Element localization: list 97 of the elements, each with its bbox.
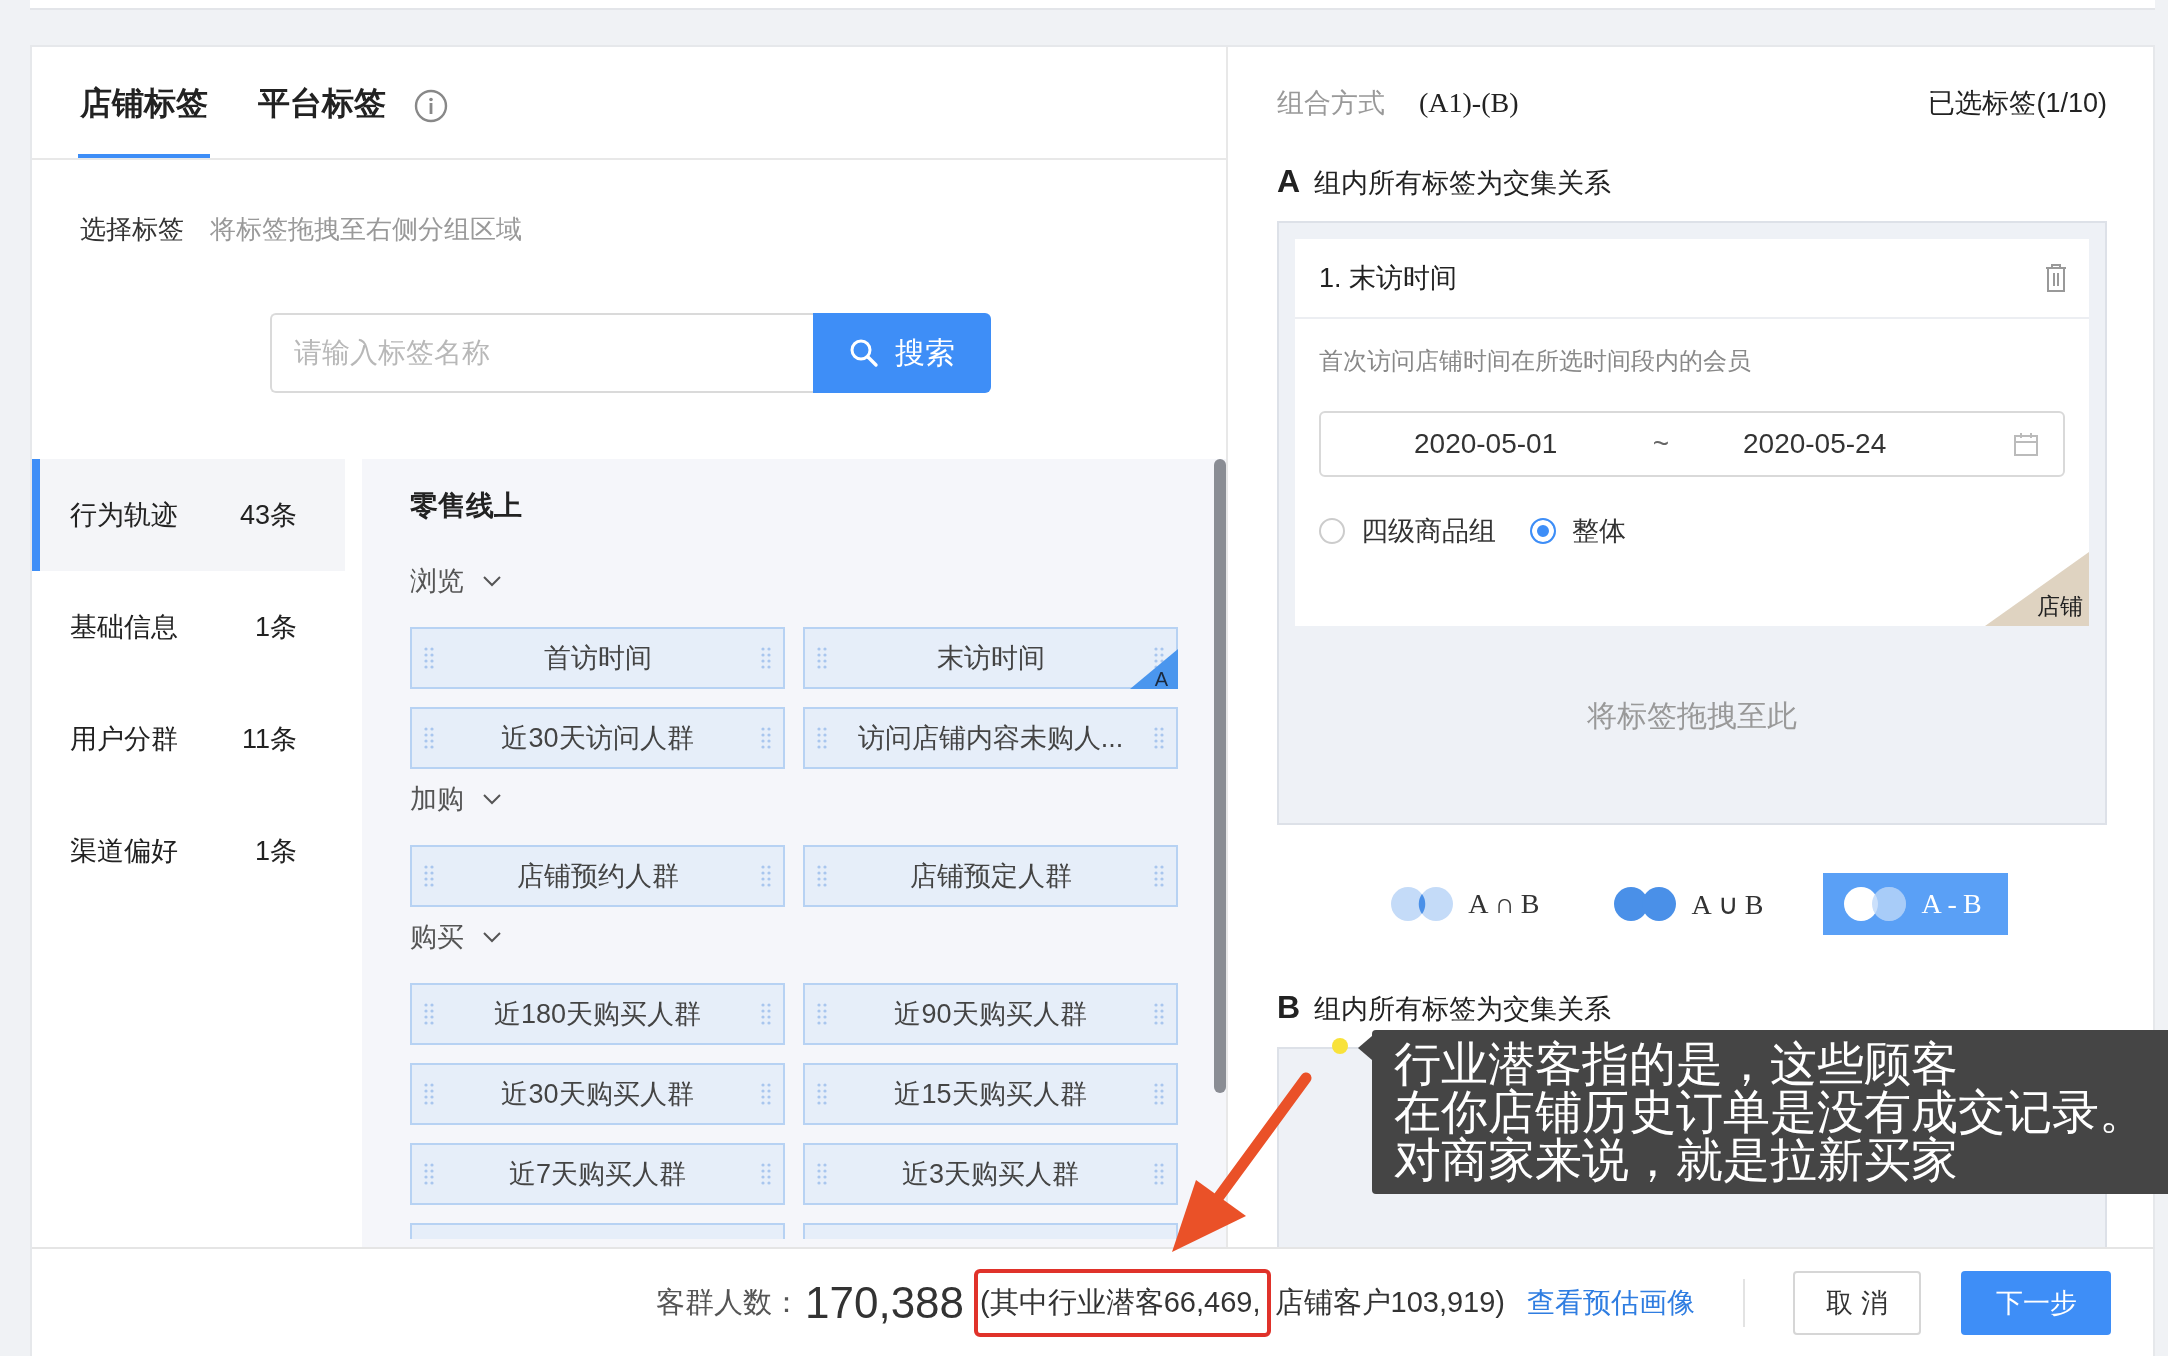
tab[interactable]: 店铺标签 [78, 47, 210, 158]
tag-chip[interactable]: 首访时间 [410, 627, 785, 689]
field-label: 组合方式 [1277, 87, 1385, 120]
tag-chip[interactable]: 近15天购买人群 [803, 1063, 1178, 1125]
tooltip-line: 行业潜客指的是，这些顾客 [1394, 1040, 1958, 1088]
tag-chip[interactable]: 访问店铺内容未购人... [803, 707, 1178, 769]
chevron-icon[interactable] [482, 931, 502, 943]
drag-handle-icon[interactable] [424, 1083, 434, 1105]
drag-handle-icon[interactable] [761, 647, 771, 669]
drag-handle-icon[interactable] [1154, 1083, 1164, 1105]
difference-icon [1843, 886, 1908, 922]
condition-description: 首次访问店铺时间在所选时间段内的会员 [1319, 346, 1752, 376]
group-letter: A [1277, 163, 1301, 200]
drag-handle-icon[interactable] [424, 865, 434, 887]
corner-label: 店铺 [2037, 592, 2083, 621]
count-label: 客群人数： [656, 1284, 801, 1320]
drag-handle-icon[interactable] [1154, 1003, 1164, 1025]
tooltip-line: 在你店铺历史订单是没有成交记录。 [1394, 1088, 2146, 1136]
trash-icon[interactable] [2045, 263, 2067, 293]
chevron-icon[interactable] [482, 575, 502, 587]
drag-handle-icon[interactable] [424, 1163, 434, 1185]
tag-chip[interactable]: 近7天购买人群 [410, 1143, 785, 1205]
cancel-button[interactable]: 取 消 [1793, 1270, 1921, 1335]
date-range-field[interactable]: 2020-05-01 ~ 2020-05-24 [1319, 411, 2065, 477]
search-field[interactable]: 请输入标签名称 [270, 313, 813, 393]
category-name: 基础信息 [70, 611, 178, 644]
drag-handle-icon[interactable] [761, 865, 771, 887]
condition-title: 1. 末访时间 [1319, 262, 1458, 295]
group-letter: B [1277, 989, 1301, 1026]
group-name[interactable]: 加购 [410, 781, 464, 817]
category-item[interactable]: 用户分群 11条 [32, 683, 345, 795]
audience-count: 170,388 [805, 1277, 965, 1328]
chevron-icon[interactable] [482, 793, 502, 805]
group-name[interactable]: 购买 [410, 919, 464, 955]
category-name: 行为轨迹 [70, 499, 178, 532]
drag-handle-icon[interactable] [424, 647, 434, 669]
category-count: 11条 [240, 723, 297, 756]
set-operation-button[interactable]: A∩B [1376, 873, 1560, 935]
radio-label: 整体 [1572, 515, 1626, 548]
drag-handle-icon[interactable] [817, 1003, 827, 1025]
drag-handle-icon[interactable] [424, 1003, 434, 1025]
drag-handle-icon[interactable] [1154, 1163, 1164, 1185]
group-name[interactable]: 浏览 [410, 563, 464, 599]
tag-chip[interactable]: 近30天访问人群 [410, 707, 785, 769]
scrollbar[interactable] [1214, 459, 1226, 1093]
category-count: 43条 [238, 499, 297, 532]
drag-handle-icon[interactable] [761, 727, 771, 749]
tag-chip[interactable] [803, 1223, 1178, 1239]
drag-handle-icon[interactable] [817, 727, 827, 749]
drag-handle-icon[interactable] [817, 1083, 827, 1105]
tag-chip[interactable]: 店铺预约人群 [410, 845, 785, 907]
category-name: 用户分群 [70, 723, 178, 756]
formula-text: (A1)-(B) [1419, 87, 1519, 119]
highlighted-breakdown-text: (其中行业潜客66,469, [974, 1268, 1271, 1337]
category-item[interactable]: 基础信息 1条 [32, 571, 345, 683]
drag-handle-icon[interactable] [761, 1083, 771, 1105]
selected-count: 已选标签(1/10) [1928, 87, 2107, 120]
category-count: 1条 [253, 835, 297, 868]
intersection-icon [1390, 886, 1455, 922]
drag-handle-icon[interactable] [424, 727, 434, 749]
set-operation-button[interactable]: A∪B [1599, 873, 1784, 935]
info-icon[interactable] [414, 88, 448, 123]
drag-handle-icon[interactable] [817, 1163, 827, 1185]
radio-button[interactable] [1319, 518, 1345, 544]
drag-handle-icon[interactable] [817, 865, 827, 887]
tag-chip[interactable]: 近90天购买人群 [803, 983, 1178, 1045]
tag-chip[interactable]: 近180天购买人群 [410, 983, 785, 1045]
drag-handle-icon[interactable] [761, 1163, 771, 1185]
breakdown-text: 店铺客户103,919) [1274, 1284, 1505, 1320]
search-icon [849, 338, 879, 368]
tag-chip[interactable]: 店铺预定人群 [803, 845, 1178, 907]
drag-handle-icon[interactable] [1154, 865, 1164, 887]
group-title: 组内所有标签为交集关系 [1314, 167, 1612, 200]
drop-hint: 将标签拖拽至此 [1587, 698, 1797, 734]
section-label: 选择标签 [80, 213, 184, 246]
category-item[interactable]: 渠道偏好 1条 [32, 795, 345, 907]
panel-title: 零售线上 [410, 489, 523, 523]
tag-chip[interactable]: 末访时间 A [803, 627, 1178, 689]
drag-handle-icon[interactable] [817, 647, 827, 669]
tag-chip[interactable] [410, 1223, 785, 1239]
tab[interactable]: 平台标签 [256, 47, 388, 158]
union-icon [1613, 886, 1678, 922]
category-name: 渠道偏好 [70, 835, 178, 868]
tag-chip[interactable]: 近30天购买人群 [410, 1063, 785, 1125]
hint-text: 将标签拖拽至右侧分组区域 [210, 213, 522, 246]
group-title: 组内所有标签为交集关系 [1314, 993, 1612, 1026]
drag-handle-icon[interactable] [1154, 727, 1164, 749]
badge-letter: A [1154, 668, 1168, 691]
tag-chip[interactable]: 近3天购买人群 [803, 1143, 1178, 1205]
category-count: 1条 [253, 611, 297, 644]
calendar-icon [2013, 431, 2039, 457]
radio-button[interactable] [1530, 518, 1556, 544]
drag-handle-icon[interactable] [761, 1003, 771, 1025]
tooltip-line: 对商家来说，就是拉新买家 [1394, 1136, 1958, 1184]
radio-label: 四级商品组 [1361, 515, 1496, 548]
category-item[interactable]: 行为轨迹 43条 [32, 459, 345, 571]
preview-link[interactable]: 查看预估画像 [1527, 1283, 1695, 1322]
